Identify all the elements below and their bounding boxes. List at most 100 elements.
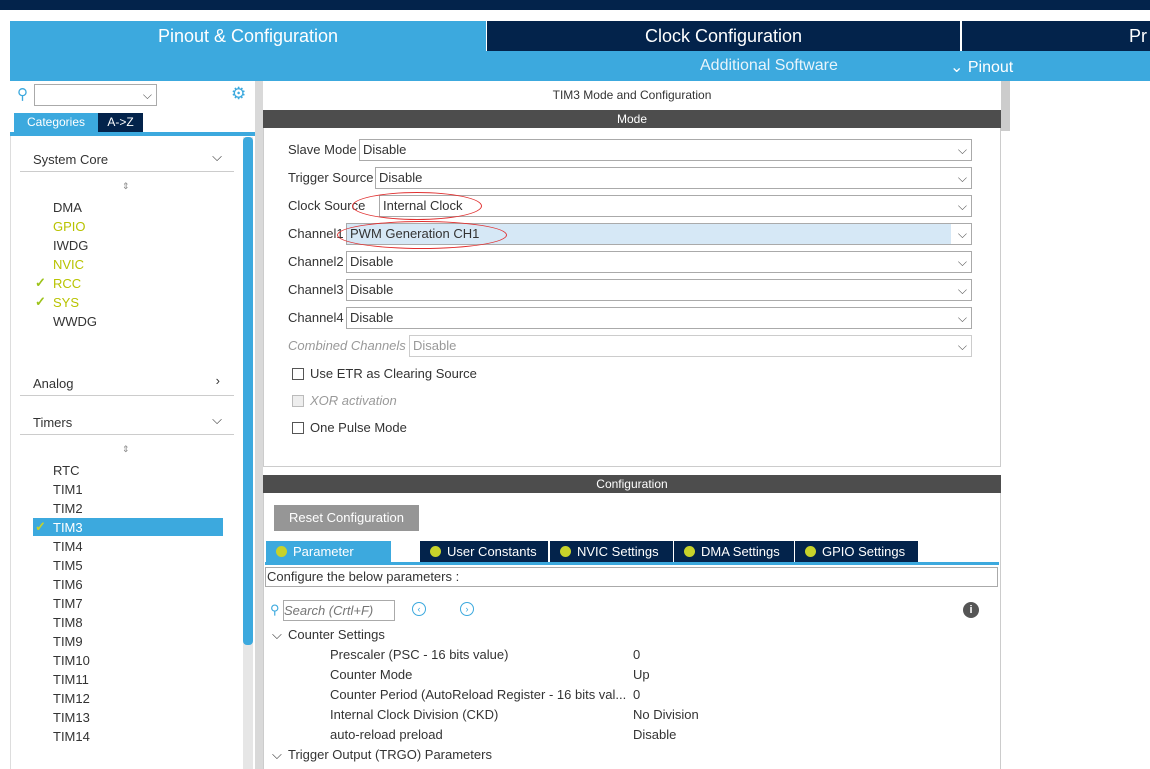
sort-icon[interactable]: ⇕ <box>122 181 130 192</box>
param-name: Counter Mode <box>330 667 413 682</box>
list-item-tim7[interactable]: TIM7 <box>53 596 83 611</box>
list-item-dma[interactable]: DMA <box>53 200 82 215</box>
list-item-tim12[interactable]: TIM12 <box>53 691 90 706</box>
list-item-tim14[interactable]: TIM14 <box>53 729 90 744</box>
list-item-iwdg[interactable]: IWDG <box>53 238 88 253</box>
previous-icon[interactable]: ‹ <box>412 602 426 616</box>
tab-label: NVIC Settings <box>577 544 659 559</box>
list-item-tim5[interactable]: TIM5 <box>53 558 83 573</box>
list-item-tim9[interactable]: TIM9 <box>53 634 83 649</box>
param-value[interactable]: 0 <box>633 647 640 662</box>
tree-group-trgo[interactable]: Trigger Output (TRGO) Parameters <box>288 747 492 762</box>
select-value: Disable <box>350 282 394 297</box>
tab-a-z[interactable]: A->Z <box>98 113 143 132</box>
etr-clearing-checkbox[interactable] <box>292 368 304 380</box>
scrollbar[interactable] <box>243 137 253 769</box>
tab-pinout-configuration[interactable]: Pinout & Configuration <box>10 21 486 51</box>
configuration-header: Configuration <box>263 475 1001 493</box>
reset-configuration-button[interactable]: Reset Configuration <box>274 505 419 531</box>
annotation-circle <box>352 192 482 220</box>
chevron-down-icon: ⌵ <box>957 311 967 325</box>
list-item-tim8[interactable]: TIM8 <box>53 615 83 630</box>
list-item-tim1[interactable]: TIM1 <box>53 482 83 497</box>
check-circle-icon <box>805 546 816 557</box>
group-label: Timers <box>33 415 73 430</box>
check-circle-icon <box>276 546 287 557</box>
collapse-handle[interactable] <box>1001 81 1010 131</box>
group-timers[interactable]: Timers ⌵ <box>20 410 234 435</box>
list-item-tim4[interactable]: TIM4 <box>53 539 83 554</box>
field-label: Channel3 <box>288 282 344 297</box>
field-label: Channel4 <box>288 310 344 325</box>
param-value[interactable]: 0 <box>633 687 640 702</box>
chevron-down-icon[interactable]: ⌵ <box>272 627 282 643</box>
field-select[interactable]: Disable ⌵ <box>359 139 972 161</box>
next-icon[interactable]: › <box>460 602 474 616</box>
chevron-down-icon: ⌵ <box>957 227 967 241</box>
list-item-sys[interactable]: SYS <box>53 295 79 310</box>
annotation-circle <box>337 221 507 249</box>
field-label: Trigger Source <box>288 170 374 185</box>
tab-clock-configuration[interactable]: Clock Configuration <box>486 21 960 51</box>
group-label: Analog <box>33 376 74 391</box>
gear-icon[interactable]: ⚙ <box>231 84 246 104</box>
field-select[interactable]: Disable ⌵ <box>375 167 972 189</box>
sort-icon[interactable]: ⇕ <box>122 444 130 455</box>
param-value[interactable]: No Division <box>633 707 699 722</box>
check-icon: ✓ <box>35 294 46 309</box>
check-circle-icon <box>684 546 695 557</box>
one-pulse-mode-checkbox[interactable] <box>292 422 304 434</box>
group-label: System Core <box>33 152 109 167</box>
additional-software-link[interactable]: Additional Software <box>700 57 838 75</box>
tab-label: GPIO Settings <box>822 544 906 559</box>
parameter-search-input[interactable] <box>283 600 395 621</box>
select-value: Disable <box>350 310 394 325</box>
pinout-menu[interactable]: ⌄ Pinout <box>950 57 1013 77</box>
check-icon: ✓ <box>35 275 46 290</box>
list-item-tim2[interactable]: TIM2 <box>53 501 83 516</box>
tree-group-counter-settings[interactable]: Counter Settings <box>288 627 385 642</box>
list-item-gpio[interactable]: GPIO <box>53 219 86 234</box>
param-name: auto-reload preload <box>330 727 443 742</box>
config-tab[interactable]: DMA Settings <box>674 541 794 562</box>
list-item-rtc[interactable]: RTC <box>53 463 79 478</box>
field-label: Combined Channels <box>288 338 406 353</box>
list-item-tim6[interactable]: TIM6 <box>53 577 83 592</box>
field-select[interactable]: Disable ⌵ <box>346 307 972 329</box>
list-item-tim13[interactable]: TIM13 <box>53 710 90 725</box>
group-analog[interactable]: Analog › <box>20 371 234 396</box>
list-item-rcc[interactable]: RCC <box>53 276 81 291</box>
tab-label: DMA Settings <box>701 544 780 559</box>
group-system-core[interactable]: System Core ⌵ <box>20 147 234 172</box>
tab-categories[interactable]: Categories <box>14 113 98 132</box>
info-icon[interactable]: i <box>963 602 979 618</box>
xor-activation-checkbox[interactable] <box>292 395 304 407</box>
tab-project-manager[interactable]: Pr <box>961 21 1150 51</box>
config-tab[interactable]: Parameter Settings <box>266 541 391 580</box>
field-select[interactable]: Disable ⌵ <box>346 251 972 273</box>
param-value[interactable]: Disable <box>633 727 676 742</box>
chevron-down-icon[interactable]: ⌵ <box>272 747 282 763</box>
config-tab[interactable]: GPIO Settings <box>795 541 918 562</box>
list-item-nvic[interactable]: NVIC <box>53 257 84 272</box>
mode-header: Mode <box>263 110 1001 128</box>
field-label: Channel2 <box>288 254 344 269</box>
config-tab[interactable]: User Constants <box>420 541 548 562</box>
list-item-tim11[interactable]: TIM11 <box>53 672 89 687</box>
config-tab[interactable]: NVIC Settings <box>550 541 673 562</box>
list-item-tim10[interactable]: TIM10 <box>53 653 90 668</box>
chevron-down-icon: ⌵ <box>957 199 967 213</box>
select-value: Disable <box>350 254 394 269</box>
list-item-tim3[interactable]: TIM3 <box>53 520 83 535</box>
splitter <box>255 81 263 769</box>
top-breadcrumb-bar <box>0 0 1150 10</box>
chevron-down-icon: ⌵ <box>957 339 967 353</box>
tab-label: User Constants <box>447 544 537 559</box>
field-select[interactable]: Disable ⌵ <box>346 279 972 301</box>
field-label: Channel1 <box>288 226 344 241</box>
list-item-wwdg[interactable]: WWDG <box>53 314 97 329</box>
param-value[interactable]: Up <box>633 667 650 682</box>
search-icon: ⚲ <box>270 602 280 617</box>
category-search-combo[interactable]: ⌵ <box>34 84 157 106</box>
subnav-bar: Additional Software ⌄ Pinout <box>10 51 1150 81</box>
